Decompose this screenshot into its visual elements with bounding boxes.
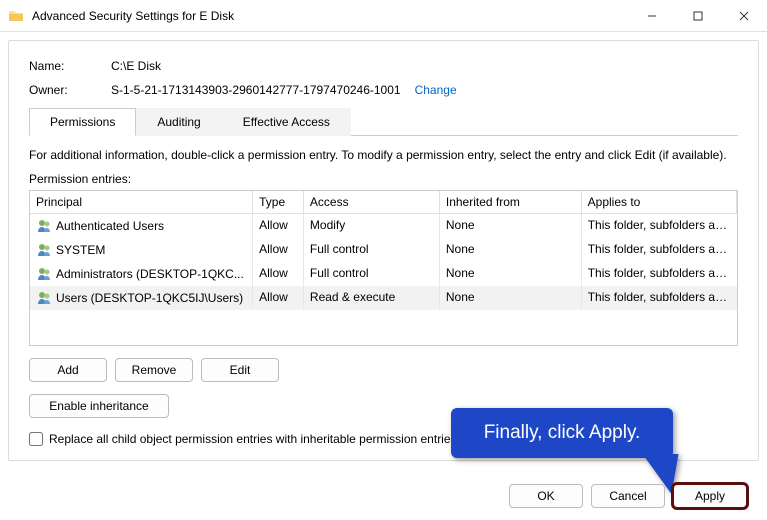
table-row[interactable]: Administrators (DESKTOP-1QKC...AllowFull… xyxy=(30,262,737,286)
titlebar: Advanced Security Settings for E Disk xyxy=(0,0,767,32)
name-label: Name: xyxy=(29,59,111,73)
col-type[interactable]: Type xyxy=(253,191,304,213)
owner-label: Owner: xyxy=(29,83,111,97)
ok-button[interactable]: OK xyxy=(509,484,583,508)
table-row[interactable]: Authenticated UsersAllowModifyNoneThis f… xyxy=(30,214,737,238)
owner-value: S-1-5-21-1713143903-2960142777-179747024… xyxy=(111,83,401,97)
col-principal[interactable]: Principal xyxy=(30,191,253,213)
name-value: C:\E Disk xyxy=(111,59,161,73)
apply-button[interactable]: Apply xyxy=(673,484,747,508)
tab-permissions[interactable]: Permissions xyxy=(29,108,136,136)
tab-auditing[interactable]: Auditing xyxy=(136,108,221,136)
minimize-button[interactable] xyxy=(629,0,675,32)
change-owner-link[interactable]: Change xyxy=(415,83,457,97)
cancel-button[interactable]: Cancel xyxy=(591,484,665,508)
add-button[interactable]: Add xyxy=(29,358,107,382)
tab-bar: Permissions Auditing Effective Access xyxy=(29,107,738,136)
entries-label: Permission entries: xyxy=(29,172,738,186)
maximize-button[interactable] xyxy=(675,0,721,32)
col-inherited[interactable]: Inherited from xyxy=(440,191,582,213)
tab-effective-access[interactable]: Effective Access xyxy=(222,108,351,136)
close-button[interactable] xyxy=(721,0,767,32)
window-title: Advanced Security Settings for E Disk xyxy=(32,9,234,23)
col-applies[interactable]: Applies to xyxy=(582,191,737,213)
folder-icon xyxy=(8,8,24,24)
replace-children-checkbox[interactable] xyxy=(29,432,43,446)
instruction-callout: Finally, click Apply. xyxy=(451,408,673,458)
enable-inheritance-button[interactable]: Enable inheritance xyxy=(29,394,169,418)
info-text: For additional information, double-click… xyxy=(29,148,738,162)
edit-button[interactable]: Edit xyxy=(201,358,279,382)
callout-text: Finally, click Apply. xyxy=(451,408,673,458)
table-row[interactable]: Users (DESKTOP-1QKC5IJ\Users)AllowRead &… xyxy=(30,286,737,310)
table-header: Principal Type Access Inherited from App… xyxy=(30,191,737,214)
permission-table[interactable]: Principal Type Access Inherited from App… xyxy=(29,190,738,346)
content-panel: Name: C:\E Disk Owner: S-1-5-21-17131439… xyxy=(8,40,759,461)
col-access[interactable]: Access xyxy=(304,191,440,213)
remove-button[interactable]: Remove xyxy=(115,358,193,382)
table-row[interactable]: SYSTEMAllowFull controlNoneThis folder, … xyxy=(30,238,737,262)
